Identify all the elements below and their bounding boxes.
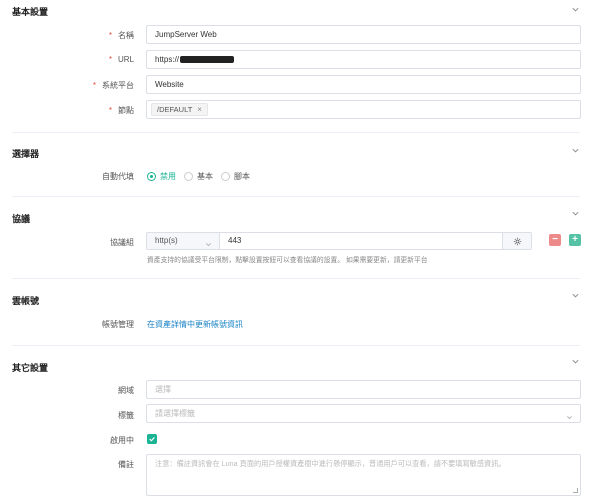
platform-label: * 系統平台: [92, 81, 134, 90]
port-input[interactable]: 443: [220, 233, 502, 249]
protocol-hint: 資產支持的協議受平台限制，點擊設置按鈕可以查看協議的設置。 如果需要更新，請更新…: [147, 257, 428, 264]
divider: [12, 196, 580, 197]
divider: [12, 132, 580, 133]
radio-script[interactable]: 腳本: [221, 171, 250, 182]
collapse-cloud-chevron-icon[interactable]: [571, 291, 580, 300]
radio-unchecked-icon: [184, 172, 193, 181]
redacted-mark: [180, 56, 235, 64]
collapse-protocol-chevron-icon[interactable]: [571, 209, 580, 218]
chevron-down-icon: [205, 238, 212, 247]
labels-select[interactable]: 請選擇標籤: [146, 404, 581, 423]
protocol-select[interactable]: http(s): [147, 233, 220, 249]
node-tag: /DEFAULT ×: [151, 103, 208, 116]
section-title-basic: 基本設置: [12, 7, 49, 17]
comment-textarea[interactable]: 注意：備註資訊會在 Luna 頁面的用戶授權資產樹中進行懸停顯示，普通用戶可以查…: [146, 454, 581, 496]
section-title-selector: 選擇器: [12, 149, 40, 159]
checkmark-icon: [149, 437, 155, 442]
divider: [12, 345, 580, 346]
platform-input[interactable]: Website: [146, 75, 581, 94]
radio-disabled[interactable]: 禁用: [147, 171, 176, 182]
node-select[interactable]: /DEFAULT ×: [146, 100, 581, 119]
radio-basic[interactable]: 基本: [184, 171, 213, 182]
node-label: * 節點: [108, 106, 134, 115]
protocol-settings-button[interactable]: [502, 233, 531, 249]
update-account-link[interactable]: 在資產詳情中更新帳號資訊: [147, 319, 243, 330]
autofill-radio-group: 禁用 基本 腳本: [147, 171, 250, 182]
collapse-selector-chevron-icon[interactable]: [571, 146, 580, 155]
section-title-protocol: 協議: [12, 214, 31, 224]
domain-select[interactable]: 選擇: [146, 380, 581, 399]
url-label: * URL: [108, 55, 134, 64]
divider: [12, 278, 580, 279]
autofill-label: 自動代填: [102, 172, 134, 181]
collapse-other-chevron-icon[interactable]: [571, 357, 580, 366]
radio-checked-icon: [147, 172, 156, 181]
protocol-group-label: 協議組: [110, 238, 134, 247]
collapse-basic-chevron-icon[interactable]: [571, 5, 580, 14]
account-manage-label: 帳號管理: [102, 320, 134, 329]
name-label: * 名稱: [108, 31, 134, 40]
resize-handle-icon[interactable]: [573, 488, 578, 493]
name-input[interactable]: JumpServer Web: [146, 25, 581, 44]
protocol-row: http(s) 443: [146, 232, 532, 250]
section-title-other: 其它設置: [12, 363, 49, 373]
chevron-down-icon: [566, 410, 573, 420]
radio-unchecked-icon: [221, 172, 230, 181]
remove-protocol-button[interactable]: −: [549, 234, 561, 246]
section-title-cloud: 雲帳號: [12, 296, 40, 306]
active-label: 啟用中: [110, 436, 134, 445]
tag-remove-icon[interactable]: ×: [197, 105, 202, 114]
domain-label: 網域: [118, 386, 134, 395]
labels-label: 標籤: [118, 411, 134, 420]
url-input[interactable]: https://: [146, 50, 581, 69]
add-protocol-button[interactable]: +: [569, 234, 581, 246]
active-checkbox[interactable]: [147, 434, 157, 444]
comment-label: 備註: [118, 460, 134, 469]
gear-icon: [513, 237, 521, 245]
